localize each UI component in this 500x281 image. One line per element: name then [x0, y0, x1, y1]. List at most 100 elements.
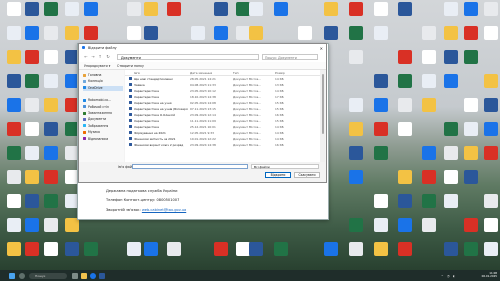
desktop-file-icon[interactable] — [7, 2, 21, 16]
clock[interactable]: 11:08 06.01.2025 — [482, 271, 497, 279]
file-row[interactable]: Характеристика на учня 02.05.2024 14:08 До… — [125, 100, 320, 105]
desktop-file-icon[interactable] — [422, 26, 436, 40]
desktop-file-icon[interactable] — [25, 98, 39, 112]
file-row[interactable]: Фінансові звітність за 2021 10.01.2024 12… — [125, 136, 320, 141]
desktop-file-icon[interactable] — [444, 146, 458, 160]
desktop-file-icon[interactable] — [398, 218, 412, 232]
cancel-button[interactable]: Скасувати — [294, 172, 320, 178]
sidebar-item[interactable]: Головна — [83, 73, 123, 78]
desktop-file-icon[interactable] — [127, 242, 141, 256]
desktop-file-icon[interactable] — [464, 170, 478, 184]
desktop-file-icon[interactable] — [44, 194, 58, 208]
desktop-file-icon[interactable] — [398, 50, 412, 64]
file-type-select[interactable]: Всі файли — [251, 164, 319, 169]
feedback-email-link[interactable]: web.cabinet@tax.gov.ua — [142, 208, 186, 212]
file-list-scrollbar[interactable] — [320, 70, 325, 162]
desktop-file-icon[interactable] — [444, 74, 458, 88]
desktop-file-icon[interactable] — [444, 170, 458, 184]
desktop-file-icon[interactable] — [144, 2, 158, 16]
desktop-file-icon[interactable] — [464, 146, 478, 160]
sidebar-item[interactable]: OneDrive — [83, 85, 123, 91]
desktop-file-icon[interactable] — [444, 50, 458, 64]
back-arrow-icon[interactable]: ← — [83, 54, 89, 60]
file-row[interactable]: Фінансові вкрант ключ 2 розряд 23.09.2024… — [125, 142, 320, 147]
desktop-file-icon[interactable] — [324, 26, 338, 40]
volume-icon[interactable]: ◖ — [453, 274, 455, 278]
sidebar-item[interactable]: Зображення — [83, 124, 123, 129]
desktop-file-icon[interactable] — [84, 242, 98, 256]
desktop-file-icon[interactable] — [25, 242, 39, 256]
desktop-file-icon[interactable] — [484, 98, 498, 112]
desktop-file-icon[interactable] — [249, 26, 263, 40]
file-row[interactable]: Характеристика 23.05.2023 10:12 Документ M… — [125, 88, 320, 93]
desktop-file-icon[interactable] — [44, 26, 58, 40]
desktop-file-icon[interactable] — [7, 146, 21, 160]
desktop-file-icon[interactable] — [44, 74, 58, 88]
desktop-file-icon[interactable] — [25, 2, 39, 16]
desktop-file-icon[interactable] — [44, 170, 58, 184]
desktop-file-icon[interactable] — [374, 146, 388, 160]
desktop-file-icon[interactable] — [398, 74, 412, 88]
desktop-file-icon[interactable] — [84, 26, 98, 40]
organize-button[interactable]: Упорядкувати ▾ — [84, 64, 110, 68]
desktop-file-icon[interactable] — [7, 194, 21, 208]
desktop-file-icon[interactable] — [422, 74, 436, 88]
desktop-file-icon[interactable] — [398, 98, 412, 112]
close-icon[interactable]: ✕ — [320, 46, 323, 51]
address-bar[interactable]: Документи — [117, 53, 259, 60]
desktop-file-icon[interactable] — [484, 26, 498, 40]
desktop-file-icon[interactable] — [422, 194, 436, 208]
desktop-file-icon[interactable] — [464, 26, 478, 40]
desktop-file-icon[interactable] — [464, 98, 478, 112]
word-taskbar-icon[interactable] — [99, 272, 105, 279]
desktop-file-icon[interactable] — [191, 26, 205, 40]
desktop-file-icon[interactable] — [127, 2, 141, 16]
search-icon[interactable] — [19, 272, 25, 279]
desktop-file-icon[interactable] — [444, 2, 458, 16]
desktop-file-icon[interactable] — [236, 242, 250, 256]
desktop-file-icon[interactable] — [7, 50, 21, 64]
desktop-file-icon[interactable] — [349, 98, 363, 112]
column-size[interactable]: Розмір — [275, 71, 305, 75]
desktop-file-icon[interactable] — [422, 50, 436, 64]
tray-chevron-icon[interactable]: ^ — [441, 274, 444, 278]
desktop-file-icon[interactable] — [398, 122, 412, 136]
filename-input[interactable] — [132, 164, 248, 169]
desktop-file-icon[interactable] — [84, 2, 98, 16]
desktop-file-icon[interactable] — [444, 122, 458, 136]
file-row[interactable]: Характеристика 25.12.2021 16:01 Документ M… — [125, 124, 320, 129]
desktop-file-icon[interactable] — [65, 218, 79, 232]
desktop-file-icon[interactable] — [214, 2, 228, 16]
file-explorer-icon[interactable] — [81, 272, 87, 279]
column-date[interactable]: Дата змінення — [190, 71, 230, 75]
desktop-file-icon[interactable] — [374, 74, 388, 88]
desktop-file-icon[interactable] — [144, 242, 158, 256]
desktop-file-icon[interactable] — [484, 122, 498, 136]
desktop-file-icon[interactable] — [464, 242, 478, 256]
desktop-file-icon[interactable] — [398, 194, 412, 208]
desktop-file-icon[interactable] — [374, 2, 388, 16]
desktop-file-icon[interactable] — [484, 146, 498, 160]
desktop-file-icon[interactable] — [484, 242, 498, 256]
sidebar-item[interactable]: Завантаження — [83, 111, 123, 116]
desktop-file-icon[interactable] — [7, 26, 21, 40]
desktop-file-icon[interactable] — [422, 218, 436, 232]
desktop-file-icon[interactable] — [144, 26, 158, 40]
desktop-file-icon[interactable] — [349, 218, 363, 232]
desktop-file-icon[interactable] — [484, 74, 498, 88]
desktop-file-icon[interactable] — [44, 50, 58, 64]
desktop-file-icon[interactable] — [214, 242, 228, 256]
chrome-taskbar-icon[interactable] — [90, 272, 96, 279]
scrollbar-thumb[interactable] — [321, 74, 324, 134]
desktop-file-icon[interactable] — [444, 26, 458, 40]
sidebar-item[interactable]: Музика — [83, 130, 123, 135]
desktop-file-icon[interactable] — [349, 146, 363, 160]
desktop-file-icon[interactable] — [7, 170, 21, 184]
desktop-file-icon[interactable] — [44, 2, 58, 16]
desktop-file-icon[interactable] — [7, 74, 21, 88]
desktop-file-icon[interactable] — [374, 98, 388, 112]
desktop-file-icon[interactable] — [464, 50, 478, 64]
desktop-file-icon[interactable] — [7, 98, 21, 112]
new-folder-button[interactable]: Створити папку — [117, 64, 144, 68]
file-row[interactable]: Характеристика 18.10.2023 14:38 Документ M… — [125, 94, 320, 99]
